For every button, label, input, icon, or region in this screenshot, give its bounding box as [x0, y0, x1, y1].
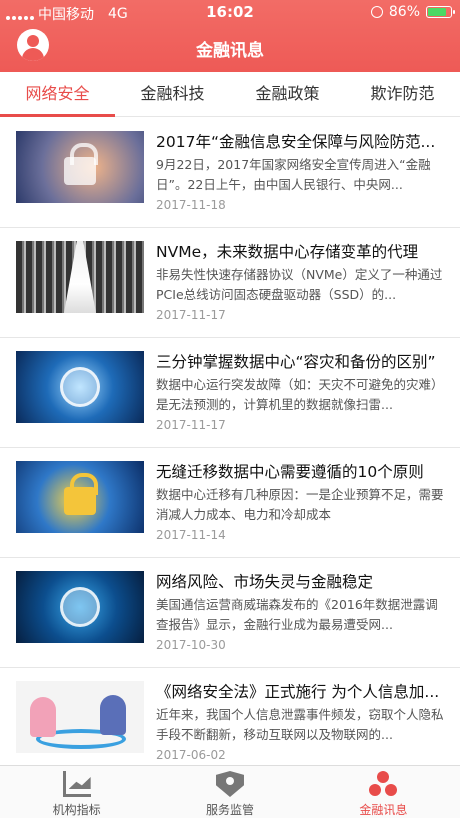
battery-icon — [426, 6, 455, 18]
article-date: 2017-11-17 — [156, 418, 226, 432]
list-item[interactable]: 无缝迁移数据中心需要遵循的10个原则 数据中心迁移有几种原因：一是企业预算不足，… — [0, 448, 460, 558]
bottom-tab-label: 金融讯息 — [359, 803, 408, 817]
bottom-tab-finance-news[interactable]: 金融讯息 — [307, 766, 460, 818]
article-thumbnail — [16, 571, 144, 643]
article-date: 2017-11-14 — [156, 528, 226, 542]
bottom-tab-label: 服务监管 — [205, 803, 254, 817]
article-list: 2017年“金融信息安全保障与风险防范... 9月22日，2017年国家网络安全… — [0, 118, 460, 778]
article-summary: 美国通信运营商威瑞森发布的《2016年数据泄露调查报告》显示，金融行业成为最易遭… — [156, 597, 438, 632]
article-thumbnail — [16, 131, 144, 203]
article-thumbnail — [16, 461, 144, 533]
article-date: 2017-06-02 — [156, 748, 226, 762]
article-title: 三分钟掌握数据中心“容灾和备份的区别” — [156, 353, 436, 371]
tab-network-security[interactable]: 网络安全 — [0, 72, 115, 117]
article-thumbnail — [16, 241, 144, 313]
bottom-tab-bar: 机构指标 服务监管 金融讯息 — [0, 765, 460, 818]
article-summary: 9月22日，2017年国家网络安全宣传周进入“金融日”。22日上午，由中国人民银… — [156, 157, 431, 192]
chart-icon — [62, 771, 91, 797]
alarm-icon — [370, 6, 383, 18]
article-title: 《网络安全法》正式施行 为个人信息加... — [156, 683, 440, 701]
bottom-tab-label: 机构指标 — [52, 803, 101, 817]
status-bar: 中国移动 4G 16:02 86% — [0, 0, 460, 24]
article-date: 2017-11-17 — [156, 308, 226, 322]
article-thumbnail — [16, 351, 144, 423]
article-title: 2017年“金融信息安全保障与风险防范... — [156, 133, 436, 151]
article-summary: 数据中心运行突发故障（如：天灾不可避免的灾难）是无法预测的，计算机里的数据就像扫… — [156, 377, 444, 412]
list-item[interactable]: NVMe，未来数据中心存储变革的代理 非易失性快速存储器协议（NVMe）定义了一… — [0, 228, 460, 338]
tab-fraud-prevention[interactable]: 欺诈防范 — [345, 72, 460, 116]
list-item[interactable]: 三分钟掌握数据中心“容灾和备份的区别” 数据中心运行突发故障（如：天灾不可避免的… — [0, 338, 460, 448]
article-summary: 数据中心迁移有几种原因：一是企业预算不足，需要消减人力成本、电力和冷却成本 — [156, 487, 444, 522]
article-title: 网络风险、市场失灵与金融稳定 — [156, 573, 374, 591]
article-summary: 非易失性快速存储器协议（NVMe）定义了一种通过PCIe总线访问固态硬盘驱动器（… — [156, 267, 443, 302]
bottom-tab-service-supervision[interactable]: 服务监管 — [153, 766, 306, 818]
battery-percent: 86% — [388, 4, 420, 20]
article-summary: 近年来，我国个人信息泄露事件频发，窃取个人隐私手段不断翻新，移动互联网以及物联网… — [156, 707, 444, 742]
bottom-tab-institution-metrics[interactable]: 机构指标 — [0, 766, 153, 818]
finance-icon — [369, 771, 398, 797]
page-title: 金融讯息 — [196, 41, 264, 61]
shield-icon — [215, 771, 244, 797]
tab-finance-policy[interactable]: 金融政策 — [230, 72, 345, 116]
header: 中国移动 4G 16:02 86% 金融讯息 — [0, 0, 460, 72]
article-title: NVMe，未来数据中心存储变革的代理 — [156, 243, 419, 261]
article-date: 2017-10-30 — [156, 638, 226, 652]
list-item[interactable]: 2017年“金融信息安全保障与风险防范... 9月22日，2017年国家网络安全… — [0, 118, 460, 228]
list-item[interactable]: 网络风险、市场失灵与金融稳定 美国通信运营商威瑞森发布的《2016年数据泄露调查… — [0, 558, 460, 668]
tab-fintech[interactable]: 金融科技 — [115, 72, 230, 116]
article-date: 2017-11-18 — [156, 198, 226, 212]
article-title: 无缝迁移数据中心需要遵循的10个原则 — [156, 463, 424, 481]
category-tabs: 网络安全 金融科技 金融政策 欺诈防范 — [0, 72, 460, 117]
list-item[interactable]: 《网络安全法》正式施行 为个人信息加... 近年来，我国个人信息泄露事件频发，窃… — [0, 668, 460, 778]
article-thumbnail — [16, 681, 144, 753]
